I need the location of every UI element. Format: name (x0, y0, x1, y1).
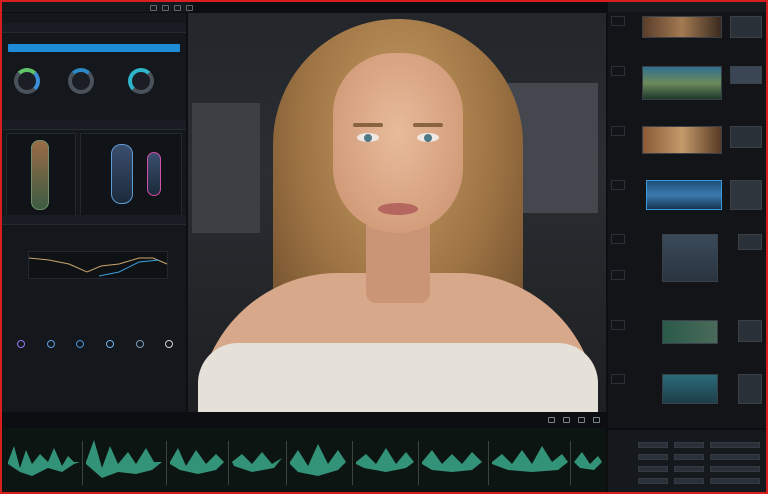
clip-icon[interactable] (611, 234, 625, 244)
clip-thumbnail[interactable] (730, 66, 762, 84)
property-field[interactable] (638, 454, 668, 460)
tool-button[interactable] (125, 340, 155, 351)
gain-wheel[interactable] (128, 68, 154, 94)
background-window (192, 103, 260, 233)
clip-icon[interactable] (611, 374, 625, 384)
portrait-sweater (198, 343, 598, 412)
media-pool-header (608, 2, 766, 12)
node-icon (46, 340, 55, 348)
clip-thumbnail[interactable] (730, 16, 762, 38)
scope-graphic (111, 144, 133, 204)
clip-divider (352, 441, 353, 485)
property-field[interactable] (710, 466, 760, 472)
property-field[interactable] (710, 442, 760, 448)
scope-right (80, 133, 182, 217)
clip-thumbnail[interactable] (738, 320, 762, 342)
tool-button[interactable] (36, 340, 66, 351)
audio-icon[interactable] (578, 417, 585, 423)
portrait-face (333, 53, 463, 233)
preset-dropdown[interactable] (8, 44, 180, 52)
circle-icon (16, 340, 25, 348)
clip-icon[interactable] (611, 126, 625, 136)
scopes-header (2, 120, 186, 130)
curve-line (28, 257, 168, 277)
wand-icon (76, 340, 85, 348)
clip-icon[interactable] (611, 180, 625, 190)
clip-divider (82, 441, 83, 485)
portrait-brow (353, 123, 383, 127)
sliders-icon (135, 340, 144, 348)
clip-thumbnail[interactable] (662, 320, 718, 344)
gamma-wheel[interactable] (68, 68, 94, 94)
curve-graph[interactable] (28, 251, 168, 279)
clip-icon[interactable] (611, 270, 625, 280)
property-field[interactable] (710, 478, 760, 484)
clip-icon[interactable] (611, 16, 625, 26)
property-field[interactable] (638, 478, 668, 484)
viewer-toolbar (508, 414, 604, 426)
grid-icon[interactable] (162, 5, 169, 11)
curves-header (2, 215, 186, 225)
portrait-eye (357, 133, 379, 142)
property-field[interactable] (710, 454, 760, 460)
tool-button[interactable] (95, 340, 125, 351)
clip-icon[interactable] (611, 66, 625, 76)
clip-thumbnail[interactable] (662, 374, 718, 404)
clip-thumbnail[interactable] (662, 234, 718, 282)
clip-thumbnail[interactable] (642, 126, 722, 154)
clip-thumbnail-selected[interactable] (646, 180, 722, 210)
clip-divider (488, 441, 489, 485)
tool-button[interactable] (154, 340, 184, 351)
power-icon (165, 340, 174, 348)
clip-divider (228, 441, 229, 485)
window-icon[interactable] (150, 5, 157, 11)
properties-panel (608, 430, 766, 492)
clip-thumbnail[interactable] (642, 66, 722, 100)
audio-waveform-track[interactable] (2, 428, 606, 492)
portrait-lips (378, 203, 418, 215)
tool-row (6, 340, 184, 351)
close-icon[interactable] (186, 5, 193, 11)
settings-icon[interactable] (174, 5, 181, 11)
fullscreen-icon[interactable] (593, 417, 600, 423)
property-field[interactable] (638, 466, 668, 472)
frame-icon[interactable] (548, 417, 555, 423)
clip-divider (166, 441, 167, 485)
clip-divider (570, 441, 571, 485)
clip-thumbnail[interactable] (738, 234, 762, 250)
portrait-brow (413, 123, 443, 127)
property-field[interactable] (674, 478, 704, 484)
property-field[interactable] (638, 442, 668, 448)
media-pool-panel (608, 2, 766, 428)
video-viewer[interactable] (188, 13, 606, 412)
menubar (2, 2, 193, 12)
panel-header (2, 23, 186, 33)
clip-divider (418, 441, 419, 485)
clip-thumbnail[interactable] (738, 374, 762, 404)
tool-button[interactable] (6, 340, 36, 351)
snapshot-icon[interactable] (563, 417, 570, 423)
waveform-graphic (8, 440, 602, 478)
lift-wheel[interactable] (14, 68, 40, 94)
clip-thumbnail[interactable] (730, 180, 762, 210)
clip-divider (286, 441, 287, 485)
scope-graphic (147, 152, 161, 196)
property-field[interactable] (674, 442, 704, 448)
tool-button[interactable] (65, 340, 95, 351)
portrait-eye (417, 133, 439, 142)
clip-icon[interactable] (611, 320, 625, 330)
scope-graphic (31, 140, 49, 210)
scope-left (6, 133, 76, 217)
property-field[interactable] (674, 454, 704, 460)
left-panel (2, 13, 186, 412)
clip-thumbnail[interactable] (642, 16, 722, 38)
brush-icon (105, 340, 114, 348)
clip-thumbnail[interactable] (730, 126, 762, 148)
property-field[interactable] (674, 466, 704, 472)
